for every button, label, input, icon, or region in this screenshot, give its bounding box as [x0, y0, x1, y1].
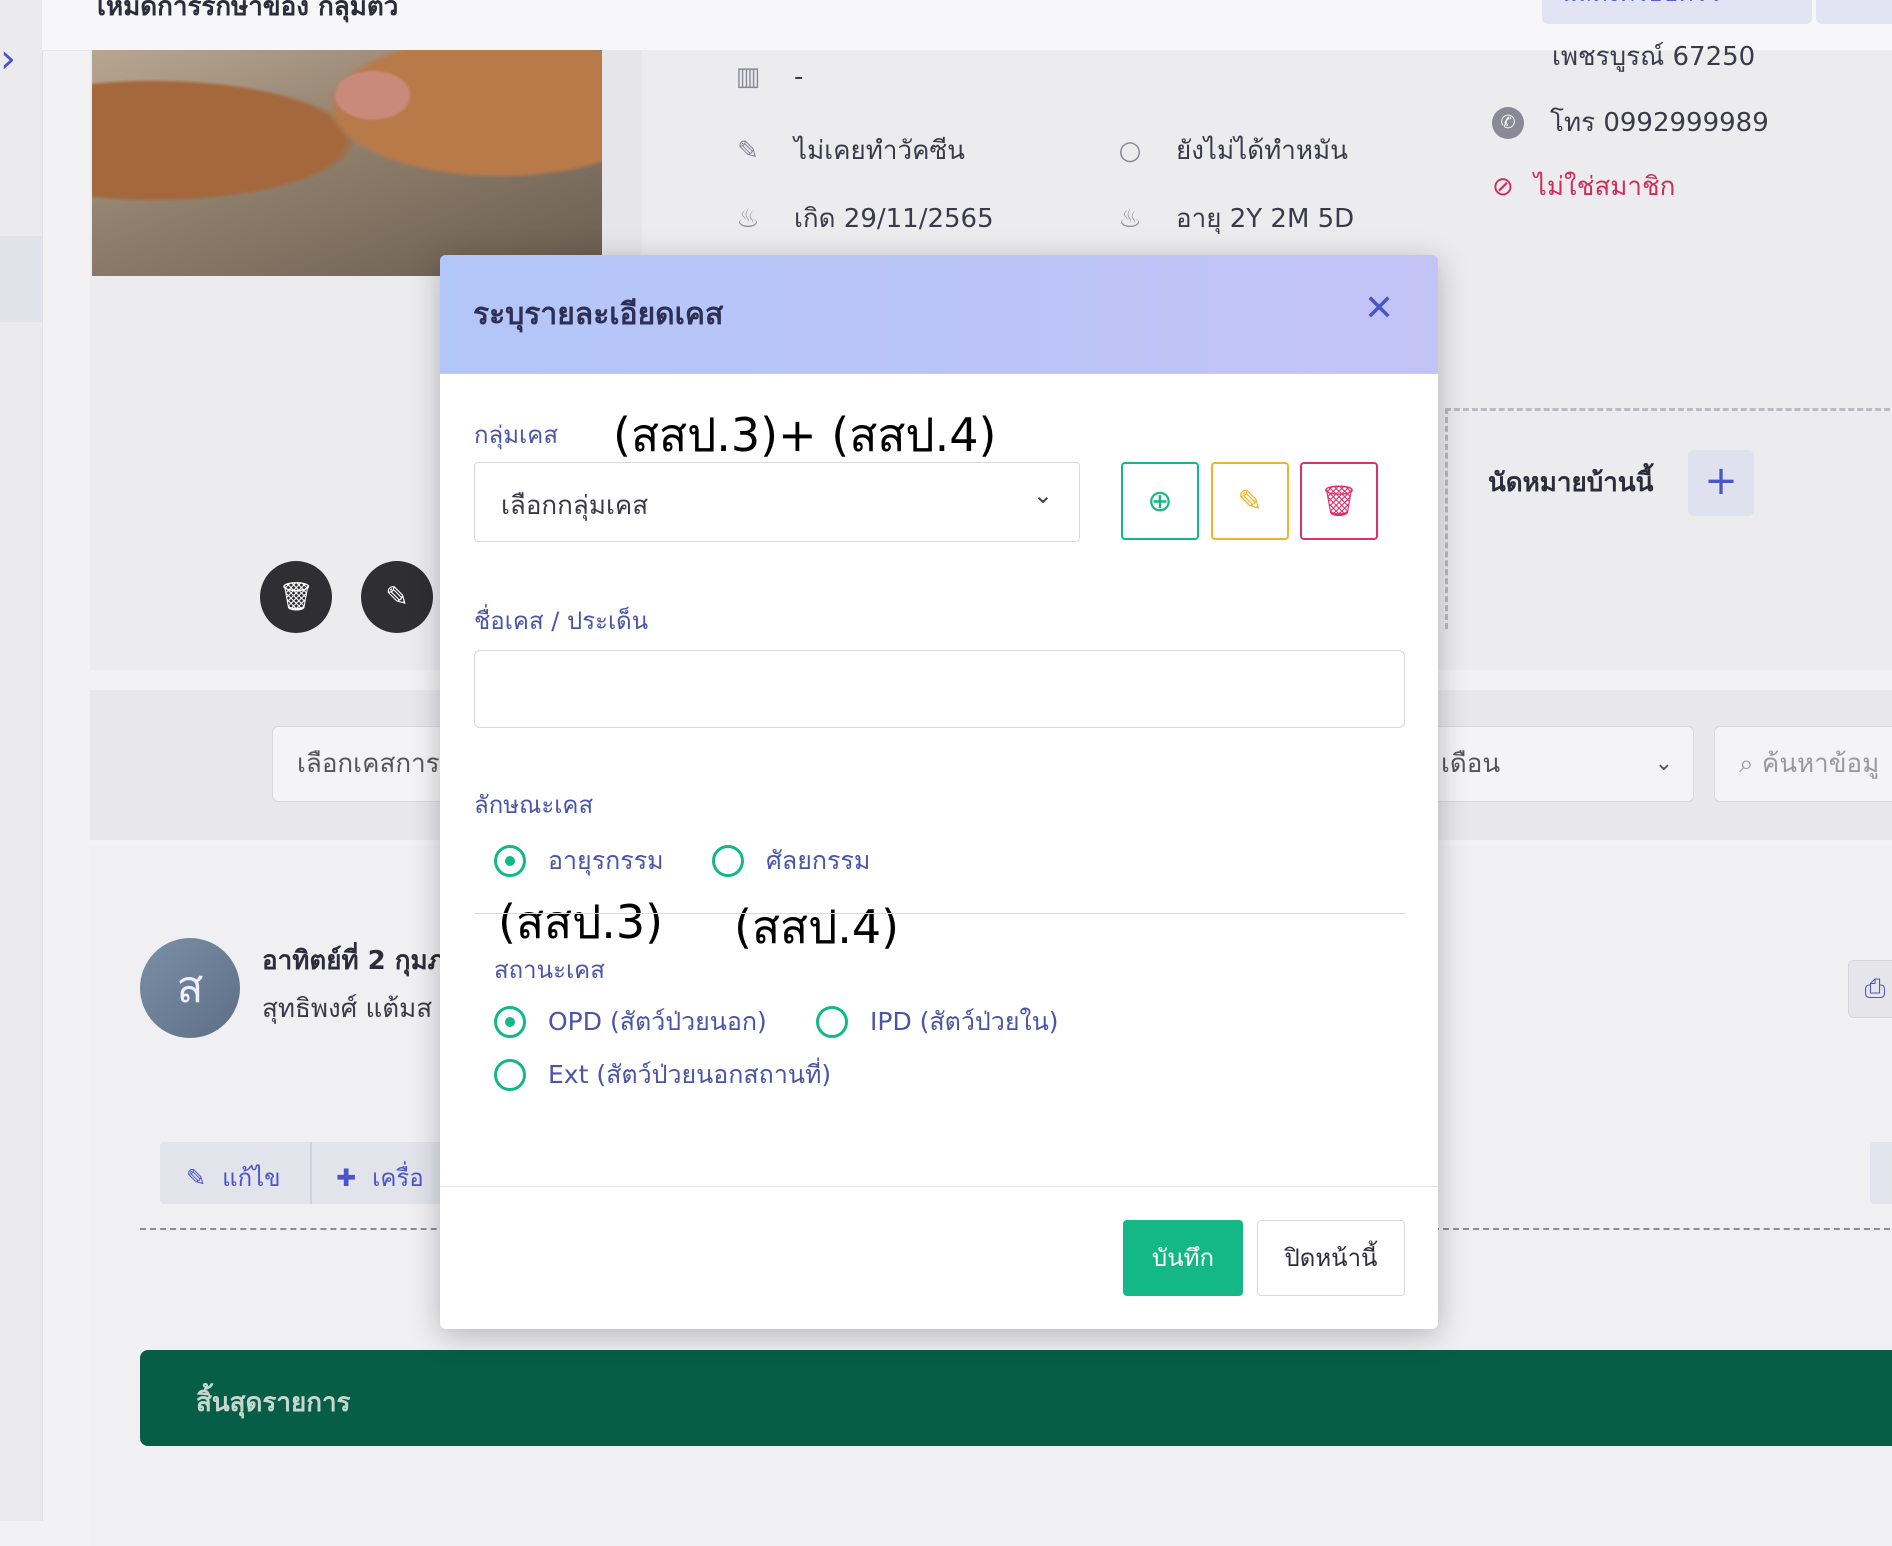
- delete-group-button[interactable]: 🗑: [1300, 462, 1378, 540]
- appointment-box: [1445, 408, 1892, 629]
- radio-checked-icon: [494, 1006, 526, 1038]
- add-group-button[interactable]: ⊕: [1121, 462, 1199, 540]
- barcode-icon: ▥: [735, 62, 761, 92]
- case-name-label: ชื่อเคส / ประเด็น: [474, 607, 649, 635]
- radio-unchecked-icon: [712, 845, 744, 877]
- type-annotation-2: (สสป.4): [734, 900, 900, 954]
- search-icon: ⌕: [1739, 749, 1762, 779]
- barcode-value: -: [794, 62, 804, 92]
- pet-age: อายุ 2Y 2M 5D: [1176, 204, 1355, 234]
- member-status: ไม่ใช่สมาชิก: [1533, 172, 1676, 202]
- owner-phone: โทร 0992999989: [1550, 108, 1769, 138]
- case-status-label: สถานะเคส: [494, 956, 605, 984]
- radio-internal-medicine[interactable]: อายุรกรรม: [494, 841, 664, 881]
- neuter-status: ยังไม่ได้ทำหมัน: [1176, 136, 1348, 166]
- print-button[interactable]: ⎙: [1848, 960, 1892, 1018]
- radio-opd[interactable]: OPD (สัตว์ป่วยนอก): [494, 1002, 767, 1042]
- case-detail-modal: ระบุรายละเอียดเคส ✕ กลุ่มเคส (สสป.3)+ (ส…: [440, 255, 1438, 1329]
- add-appointment-button[interactable]: +: [1688, 450, 1754, 516]
- circle-icon: ○: [1118, 135, 1142, 166]
- edit-group-button[interactable]: ✎: [1211, 462, 1289, 540]
- family-button[interactable]: แสดงครอบครัว: [1542, 0, 1812, 24]
- close-icon[interactable]: ✕: [1364, 289, 1394, 329]
- avatar: ส: [140, 938, 240, 1038]
- vaccine-status: ไม่เคยทำวัคซีน: [794, 136, 965, 166]
- no-member-icon: ⊘: [1492, 171, 1514, 202]
- radio-surgery[interactable]: ศัลยกรรม: [712, 841, 870, 881]
- chevron-right-icon[interactable]: ›: [0, 36, 16, 82]
- delete-pet-button[interactable]: 🗑: [260, 561, 332, 633]
- chevron-down-icon: ⌄: [1654, 751, 1673, 776]
- radio-ipd[interactable]: IPD (สัตว์ป่วยใน): [816, 1002, 1059, 1042]
- case-group-select[interactable]: เลือกกลุ่มเคส ⌄: [474, 462, 1080, 542]
- close-page-button[interactable]: ปิดหน้านี้: [1257, 1220, 1405, 1296]
- phone-icon: ✆: [1492, 106, 1524, 139]
- more-button[interactable]: [1816, 0, 1892, 24]
- radio-checked-icon: [494, 845, 526, 877]
- case-type-label: ลักษณะเคส: [474, 791, 594, 819]
- radio-ext[interactable]: Ext (สัตว์ป่วยนอกสถานที่): [494, 1055, 831, 1095]
- type-annotation-1: (สสป.3): [498, 895, 664, 949]
- cake-icon: ♨: [736, 203, 760, 234]
- radio-unchecked-icon: [494, 1059, 526, 1091]
- case-name-input[interactable]: [474, 650, 1405, 728]
- trash-icon: 🗑: [278, 580, 314, 613]
- left-rail: [0, 0, 43, 1521]
- tool-button[interactable]: ✚ เครื่อ: [336, 1158, 424, 1197]
- owner-address: เพชรบูรณ์ 67250: [1552, 42, 1756, 72]
- modal-title: ระบุรายละเอียดเคส: [473, 297, 724, 332]
- edit-log-button[interactable]: ✎ แก้ไข: [186, 1158, 281, 1197]
- trash-icon: 🗑: [1319, 484, 1359, 519]
- end-banner-text: สิ้นสุดรายการ: [196, 1388, 351, 1418]
- plus-circle-icon: ⊕: [1147, 484, 1173, 519]
- clipboard-icon: ✚: [336, 1163, 357, 1192]
- group-label: กลุ่มเคส: [474, 421, 558, 449]
- edit-icon: ✎: [186, 1163, 207, 1192]
- end-banner: [140, 1350, 1892, 1446]
- search-input[interactable]: ⌕ ค้นหาข้อมู: [1714, 726, 1892, 802]
- save-button[interactable]: บันทึก: [1123, 1220, 1243, 1296]
- edit-icon: ✎: [1237, 484, 1263, 519]
- printer-icon: ⎙: [1864, 974, 1886, 1004]
- log-user: สุทธิพงศ์ แต้มส: [262, 994, 433, 1024]
- edit-pet-button[interactable]: ✎: [361, 561, 433, 633]
- cake-icon: ♨: [1118, 203, 1142, 234]
- chevron-down-icon: ⌄: [1032, 481, 1053, 509]
- page-title: โหมดการรักษาของ กลุ่มตัว: [92, 0, 399, 22]
- syringe-icon: ✎: [737, 135, 759, 166]
- appointment-label: นัดหมายบ้านนี้: [1488, 468, 1654, 498]
- birth-date: เกิด 29/11/2565: [794, 204, 994, 234]
- pencil-icon: ✎: [385, 580, 409, 613]
- pet-photo: [92, 50, 602, 276]
- log-date: อาทิตย์ที่ 2 กุมภ: [262, 946, 445, 976]
- radio-unchecked-icon: [816, 1006, 848, 1038]
